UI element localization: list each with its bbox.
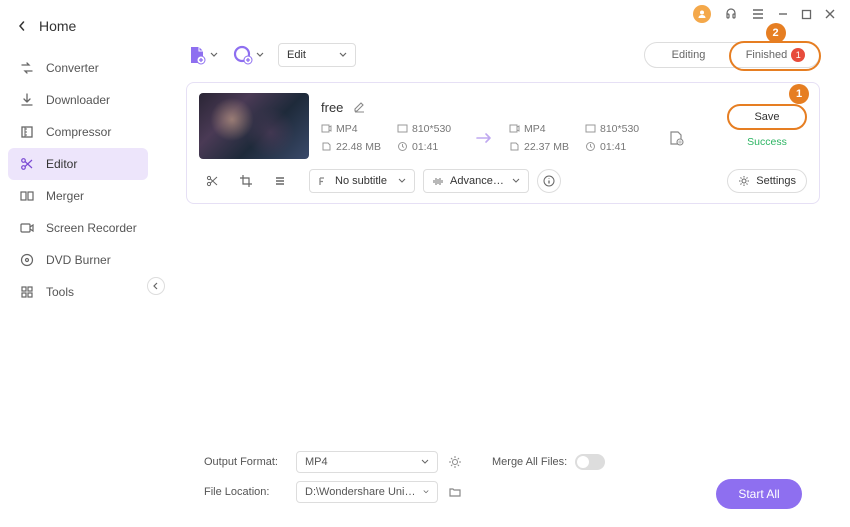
resolution-icon — [585, 123, 596, 134]
output-format-label: Output Format: — [204, 456, 286, 468]
minimize-button[interactable] — [777, 8, 789, 20]
sidebar-item-label: Editor — [46, 157, 77, 171]
sidebar-item-label: Tools — [46, 285, 74, 299]
add-url-button[interactable] — [232, 44, 264, 66]
settings-button[interactable]: Settings — [727, 169, 807, 193]
save-button[interactable]: Save — [727, 104, 807, 130]
rename-icon[interactable] — [353, 101, 366, 114]
media-item: free MP4 810*530 22.48 MB 01:41 — [186, 82, 820, 204]
maximize-button[interactable] — [801, 9, 812, 20]
clock-icon — [397, 141, 408, 152]
clock-icon — [585, 141, 596, 152]
start-all-button[interactable]: Start All — [716, 479, 802, 509]
grid-icon — [19, 284, 35, 300]
sidebar-item-editor[interactable]: Editor — [8, 148, 148, 180]
compress-icon — [19, 124, 35, 140]
video-icon — [321, 123, 332, 134]
sidebar-item-label: Compressor — [46, 125, 111, 139]
sidebar-item-label: DVD Burner — [46, 253, 111, 267]
file-settings-icon[interactable] — [667, 129, 685, 147]
thumbnail[interactable] — [199, 93, 309, 159]
tab-finished[interactable]: 2 Finished 1 — [732, 43, 819, 67]
sidebar-item-screen-recorder[interactable]: Screen Recorder — [8, 212, 148, 244]
download-icon — [19, 92, 35, 108]
sidebar-item-dvd-burner[interactable]: DVD Burner — [8, 244, 148, 276]
sidebar-item-label: Converter — [46, 61, 99, 75]
back-button[interactable] — [17, 21, 27, 31]
tab-editing[interactable]: Editing — [645, 43, 732, 67]
annotation-2: 2 — [766, 23, 786, 43]
status-success: Success — [747, 136, 787, 148]
info-button[interactable] — [537, 169, 561, 193]
sidebar-item-label: Downloader — [46, 93, 110, 107]
status-segmented: Editing 2 Finished 1 — [644, 42, 820, 68]
crop-icon[interactable] — [233, 170, 259, 192]
record-icon — [19, 220, 35, 236]
sidebar-item-label: Merger — [46, 189, 84, 203]
output-format-select[interactable]: MP4 — [296, 451, 438, 473]
home-title: Home — [39, 18, 76, 34]
sidebar-item-merger[interactable]: Merger — [8, 180, 148, 212]
merge-toggle[interactable] — [575, 454, 605, 470]
sidebar-item-compressor[interactable]: Compressor — [8, 116, 148, 148]
sidebar-item-downloader[interactable]: Downloader — [8, 84, 148, 116]
size-icon — [509, 141, 520, 152]
converter-icon — [19, 60, 35, 76]
gear-icon — [738, 175, 750, 187]
edit-dropdown-label: Edit — [287, 49, 306, 61]
size-icon — [321, 141, 332, 152]
audio-dropdown[interactable]: Advanced Audi... — [423, 169, 529, 193]
user-avatar[interactable] — [693, 5, 711, 23]
item-title: free — [321, 100, 343, 115]
sidebar-item-tools[interactable]: Tools — [8, 276, 148, 308]
add-file-button[interactable] — [186, 44, 218, 66]
sidebar-item-converter[interactable]: Converter — [8, 52, 148, 84]
collapse-sidebar-button[interactable] — [147, 277, 165, 295]
video-icon — [509, 123, 520, 134]
disc-icon — [19, 252, 35, 268]
open-folder-icon[interactable] — [448, 485, 462, 499]
close-button[interactable] — [824, 8, 836, 20]
scissors-icon — [19, 156, 35, 172]
format-settings-icon[interactable] — [448, 455, 462, 469]
edit-dropdown[interactable]: Edit — [278, 43, 356, 67]
support-icon[interactable] — [723, 6, 739, 22]
cut-icon[interactable] — [199, 170, 225, 192]
list-icon[interactable] — [267, 170, 293, 192]
file-location-label: File Location: — [204, 486, 286, 498]
finished-count-badge: 1 — [791, 48, 805, 62]
sidebar-item-label: Screen Recorder — [46, 221, 137, 235]
file-location-select[interactable]: D:\Wondershare UniConverter 1 — [296, 481, 438, 503]
merge-icon — [19, 188, 35, 204]
subtitle-icon — [318, 176, 329, 187]
resolution-icon — [397, 123, 408, 134]
menu-icon[interactable] — [751, 7, 765, 21]
audio-wave-icon — [432, 176, 444, 187]
merge-label: Merge All Files: — [492, 456, 567, 468]
subtitle-dropdown[interactable]: No subtitle — [309, 169, 415, 193]
arrow-icon — [469, 131, 501, 145]
annotation-1: 1 — [789, 84, 809, 104]
